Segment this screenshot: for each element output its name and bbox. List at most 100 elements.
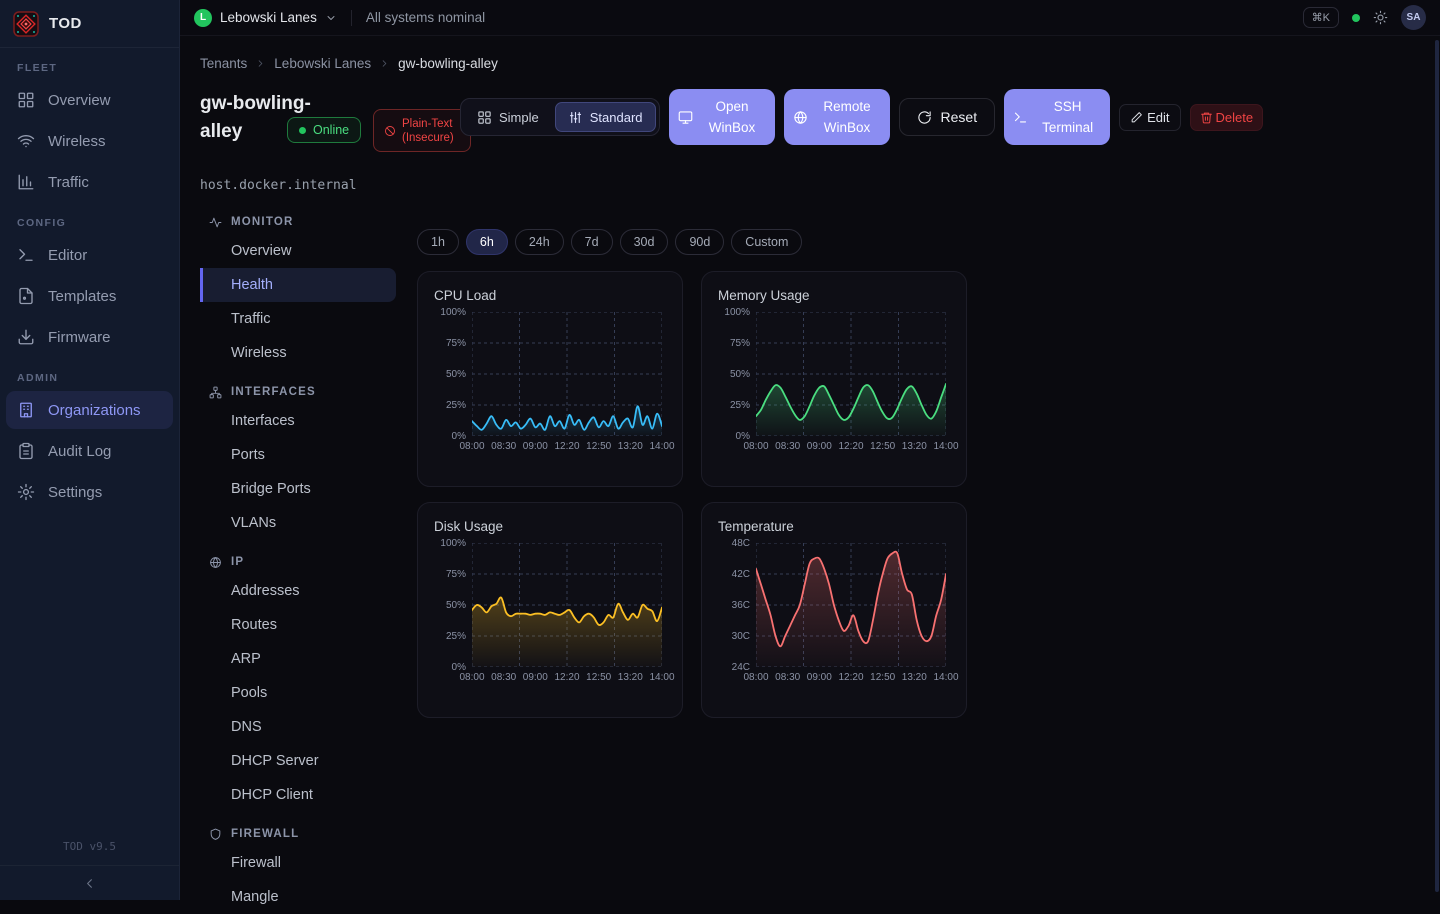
time-range-custom[interactable]: Custom [731, 229, 802, 255]
x-tick-label: 14:00 [933, 672, 958, 683]
x-tick-label: 08:30 [491, 441, 516, 452]
sidebar-item-firmware[interactable]: Firmware [6, 318, 173, 356]
globe-icon [209, 556, 222, 569]
scrollbar[interactable] [1435, 40, 1439, 892]
system-status-text: All systems nominal [366, 10, 485, 25]
topbar: L Lebowski Lanes All systems nominal ⌘K … [180, 0, 1440, 36]
user-avatar[interactable]: SA [1401, 5, 1426, 30]
terminal-icon [1013, 110, 1028, 125]
theme-toggle-sun-icon[interactable] [1373, 10, 1388, 25]
ssh-terminal-button[interactable]: SSH Terminal [1004, 89, 1110, 145]
ssh-terminal-label: SSH Terminal [1034, 96, 1101, 138]
time-range-90d[interactable]: 90d [675, 229, 724, 255]
subnav-section-label: IP [231, 556, 244, 568]
x-tick-label: 09:00 [523, 672, 548, 683]
reset-button[interactable]: Reset [899, 98, 996, 136]
open-winbox-label: Open WinBox [699, 96, 766, 138]
chart-x-axis: 08:0008:3009:0012:2012:5013:2014:00 [472, 672, 662, 686]
sidebar-collapse-button[interactable] [0, 865, 179, 900]
sidebar-item-editor[interactable]: Editor [6, 236, 173, 274]
subnav-item-dhcp-client[interactable]: DHCP Client [200, 778, 396, 812]
edit-button[interactable]: Edit [1119, 104, 1180, 131]
sidebar-item-audit-log[interactable]: Audit Log [6, 432, 173, 470]
x-tick-label: 08:30 [775, 441, 800, 452]
refresh-icon [917, 110, 932, 125]
subnav-item-wireless[interactable]: Wireless [200, 336, 396, 370]
chart-card-memory-usage: Memory Usage100%75%50%25%0%08:0008:3009:… [701, 271, 967, 487]
chevron-down-icon [325, 12, 337, 24]
subnav-item-ports[interactable]: Ports [200, 438, 396, 472]
subnav-item-traffic[interactable]: Traffic [200, 302, 396, 336]
standard-mode-button[interactable]: Standard [555, 102, 656, 132]
slash-circle-icon [384, 125, 396, 137]
x-tick-label: 14:00 [649, 672, 674, 683]
sidebar: TOD FLEETOverviewWirelessTrafficCONFIGEd… [0, 0, 180, 900]
time-range-7d[interactable]: 7d [571, 229, 613, 255]
subnav-item-addresses[interactable]: Addresses [200, 574, 396, 608]
sidebar-item-templates[interactable]: Templates [6, 277, 173, 315]
sidebar-item-settings[interactable]: Settings [6, 473, 173, 511]
simple-mode-button[interactable]: Simple [464, 102, 552, 132]
subnav-item-arp[interactable]: ARP [200, 642, 396, 676]
time-range-6h[interactable]: 6h [466, 229, 508, 255]
breadcrumb: TenantsLebowski Lanesgw-bowling-alley [200, 56, 498, 71]
subnav-section-label: FIREWALL [231, 828, 299, 840]
sidebar-item-label: Firmware [48, 329, 111, 346]
breadcrumb-item-tenants[interactable]: Tenants [200, 56, 247, 71]
command-palette-shortcut[interactable]: ⌘K [1303, 7, 1339, 28]
remote-winbox-button[interactable]: Remote WinBox [784, 89, 890, 145]
chart-y-axis: 100%75%50%25%0% [434, 543, 466, 667]
time-range-30d[interactable]: 30d [620, 229, 669, 255]
y-tick-label: 100% [440, 307, 466, 318]
sidebar-item-wireless[interactable]: Wireless [6, 122, 173, 160]
gear-icon [17, 483, 35, 501]
subnav-section-firewall: FIREWALL [200, 822, 396, 846]
app-version: TOD v9.5 [0, 830, 179, 865]
time-range-selector: 1h 6h 24h 7d 30d90d Custom [417, 229, 977, 255]
x-tick-label: 12:20 [554, 441, 579, 452]
view-mode-toggle: Simple Standard [460, 98, 660, 136]
subnav-item-overview[interactable]: Overview [200, 234, 396, 268]
subnav-item-dns[interactable]: DNS [200, 710, 396, 744]
app-logo-row[interactable]: TOD [0, 0, 179, 48]
chart-y-axis: 100%75%50%25%0% [434, 312, 466, 436]
security-warning-badge: Plain-Text (Insecure) [373, 109, 471, 152]
subnav-item-interfaces[interactable]: Interfaces [200, 404, 396, 438]
chart-icon [17, 173, 35, 191]
subnav-item-health[interactable]: Health [200, 268, 396, 302]
subnav-item-mangle[interactable]: Mangle [200, 880, 396, 914]
x-tick-label: 12:20 [838, 441, 863, 452]
subnav-item-routes[interactable]: Routes [200, 608, 396, 642]
online-dot-icon [299, 127, 306, 134]
x-tick-label: 13:20 [902, 672, 927, 683]
y-tick-label: 50% [446, 600, 466, 611]
sidebar-item-organizations[interactable]: Organizations [6, 391, 173, 429]
breadcrumb-item-lebowski-lanes[interactable]: Lebowski Lanes [274, 56, 371, 71]
y-tick-label: 36C [732, 600, 750, 611]
chart-plot [756, 543, 946, 667]
chart-title: Disk Usage [434, 519, 666, 534]
time-range-24h[interactable]: 24h [515, 229, 564, 255]
open-winbox-button[interactable]: Open WinBox [669, 89, 775, 145]
sidebar-item-label: Wireless [48, 133, 106, 150]
charts-grid: CPU Load100%75%50%25%0%08:0008:3009:0012… [417, 271, 977, 718]
subnav-item-bridge-ports[interactable]: Bridge Ports [200, 472, 396, 506]
sidebar-item-label: Audit Log [48, 443, 111, 460]
sidebar-item-overview[interactable]: Overview [6, 81, 173, 119]
tenant-switcher[interactable]: L Lebowski Lanes [194, 9, 337, 27]
x-tick-label: 14:00 [649, 441, 674, 452]
x-tick-label: 08:30 [775, 672, 800, 683]
sidebar-section-admin: ADMIN [0, 372, 179, 384]
trash-icon [1200, 111, 1213, 124]
chart-card-cpu-load: CPU Load100%75%50%25%0%08:0008:3009:0012… [417, 271, 683, 487]
device-host: host.docker.internal [200, 178, 357, 193]
subnav-item-dhcp-server[interactable]: DHCP Server [200, 744, 396, 778]
subnav-item-pools[interactable]: Pools [200, 676, 396, 710]
time-range-1h[interactable]: 1h [417, 229, 459, 255]
subnav-item-firewall[interactable]: Firewall [200, 846, 396, 880]
subnav-item-vlans[interactable]: VLANs [200, 506, 396, 540]
sidebar-item-traffic[interactable]: Traffic [6, 163, 173, 201]
device-actions: Simple Standard Open WinBox Remote WinBo… [460, 89, 1263, 145]
x-tick-label: 12:20 [838, 672, 863, 683]
delete-button[interactable]: Delete [1190, 104, 1264, 131]
